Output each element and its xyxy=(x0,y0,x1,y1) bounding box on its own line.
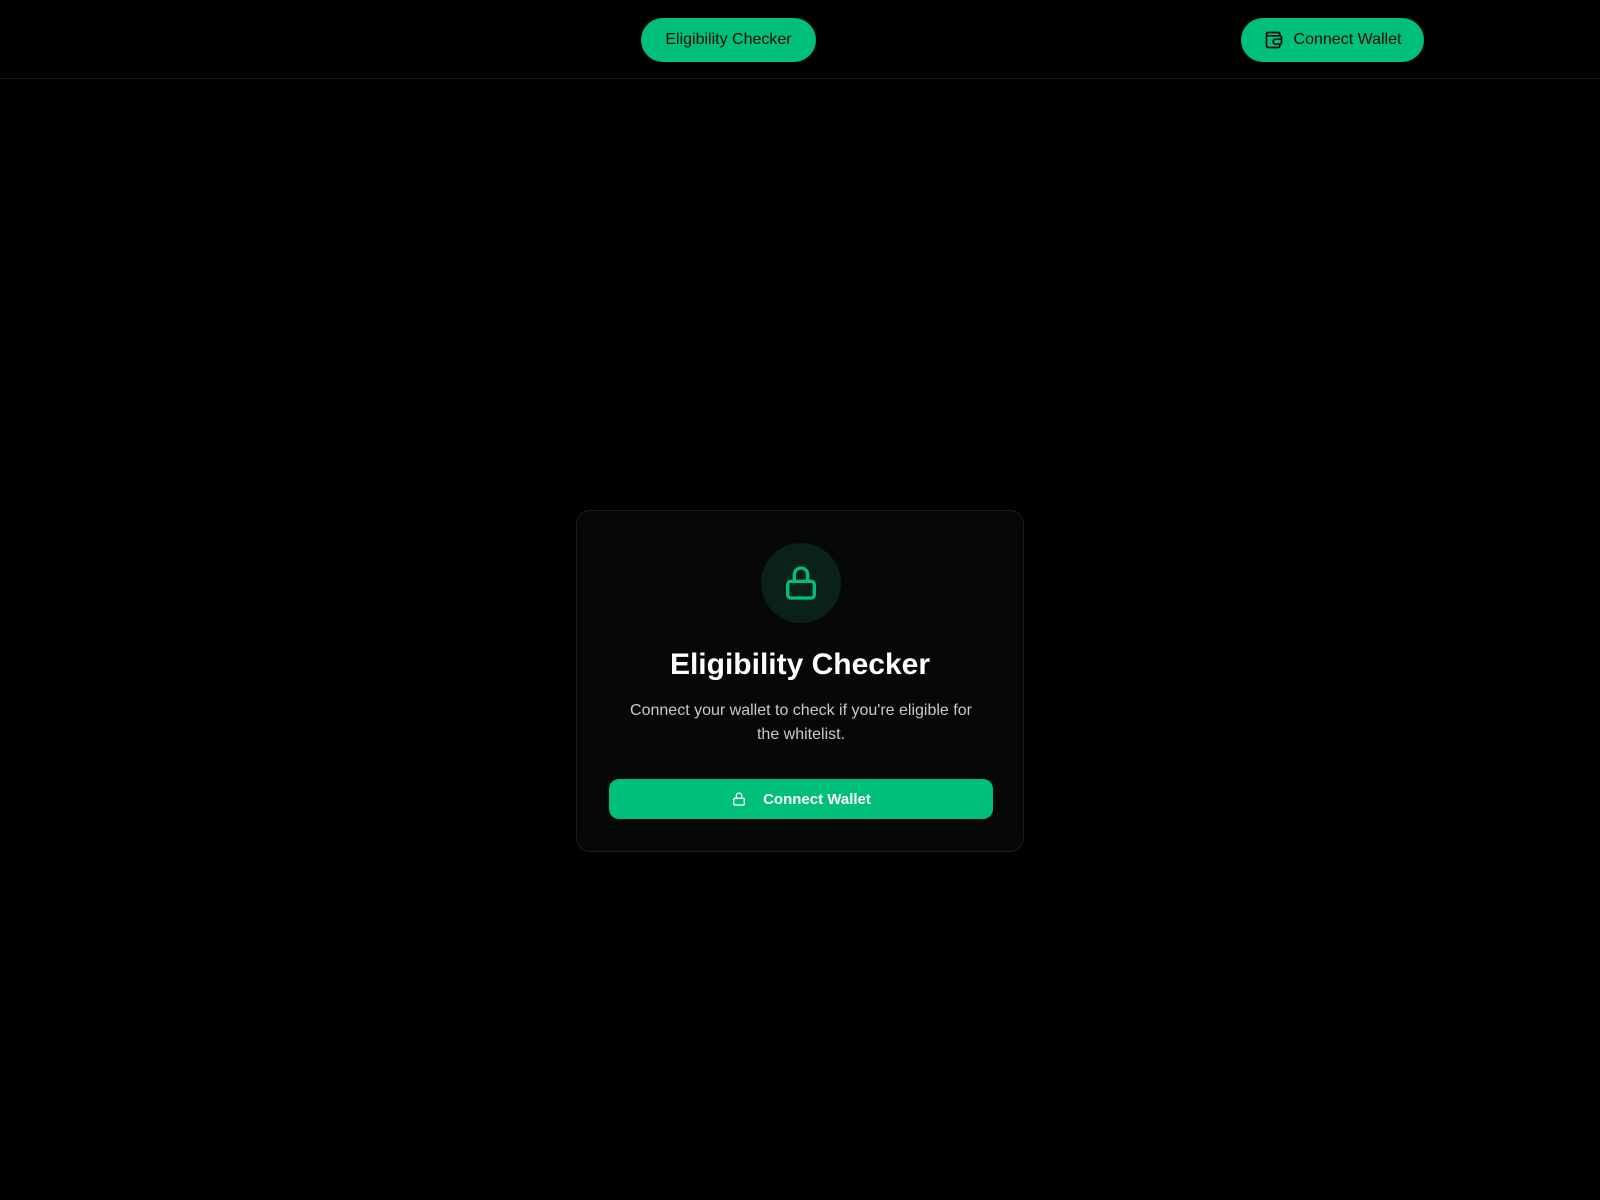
card-description: Connect your wallet to check if you're e… xyxy=(630,702,972,743)
lock-icon xyxy=(731,791,747,807)
page: Eligibility Checker Connect Wallet Eligi… xyxy=(0,0,1600,1200)
connect-wallet-header-label: Connect Wallet xyxy=(1293,31,1402,48)
card-title: Eligibility Checker xyxy=(669,648,931,681)
top-navbar: Eligibility Checker Connect Wallet xyxy=(0,0,1600,79)
eligibility-card: Eligibility Checker Connect your wallet … xyxy=(576,510,1024,852)
lock-badge xyxy=(761,543,841,623)
connect-wallet-button-label: Connect Wallet xyxy=(763,790,871,808)
lock-icon xyxy=(781,563,821,603)
wallet-icon xyxy=(1264,30,1284,50)
eligibility-checker-nav-button[interactable]: Eligibility Checker xyxy=(641,18,816,62)
eligibility-checker-nav-label: Eligibility Checker xyxy=(665,31,792,48)
connect-wallet-header-button[interactable]: Connect Wallet xyxy=(1241,18,1424,62)
connect-wallet-button[interactable]: Connect Wallet xyxy=(609,779,993,819)
